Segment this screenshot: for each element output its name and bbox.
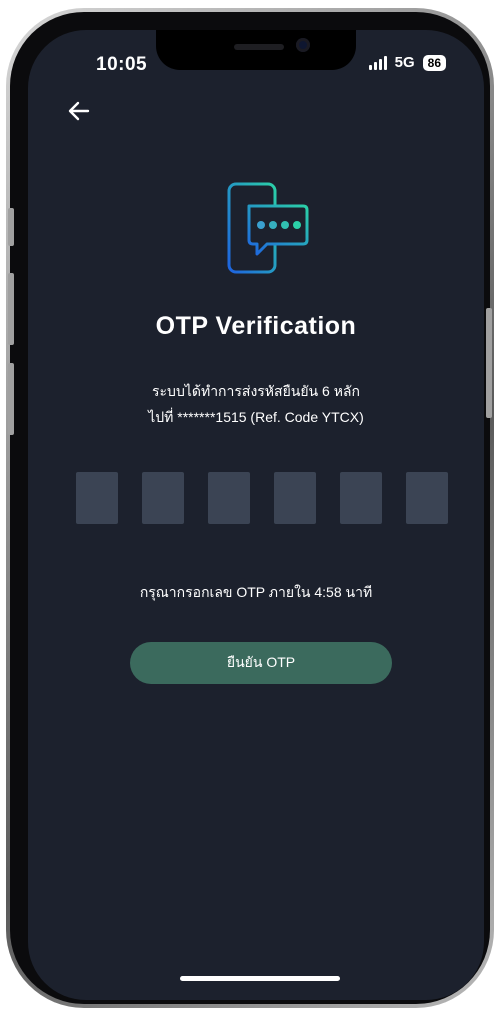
phone-frame: 10:05 5G 86 OTP Verification ระบบได้ทำกา… [6, 8, 494, 1008]
otp-input-group [76, 472, 448, 524]
page-title: OTP Verification [155, 312, 357, 340]
otp-digit-2[interactable] [142, 472, 184, 524]
phone-otp-message-icon [227, 182, 309, 274]
speaker [234, 44, 284, 50]
otp-digit-1[interactable] [76, 472, 118, 524]
front-camera [296, 38, 310, 52]
battery-icon: 86 [422, 54, 446, 71]
otp-digit-5[interactable] [340, 472, 382, 524]
otp-description: ระบบได้ทำการส่งรหัสยืนยัน 6 หลัก ไปที่ *… [28, 378, 484, 430]
otp-countdown-text: กรุณากรอกเลข OTP ภายใน 4:58 นาที [139, 584, 373, 600]
arrow-left-icon[interactable] [66, 98, 92, 124]
otp-digit-6[interactable] [406, 472, 448, 524]
volume-down-button [8, 363, 14, 435]
network-type: 5G [394, 54, 415, 71]
status-icons: 5G 86 [368, 54, 446, 71]
confirm-otp-button[interactable]: ยืนยัน OTP [130, 642, 392, 684]
description-line-2: ไปที่ *******1515 (Ref. Code YTCX) [148, 409, 364, 425]
mute-switch [8, 208, 14, 246]
otp-digit-4[interactable] [274, 472, 316, 524]
status-time: 10:05 [96, 54, 148, 75]
volume-up-button [8, 273, 14, 345]
signal-icon [368, 55, 387, 70]
description-line-1: ระบบได้ทำการส่งรหัสยืนยัน 6 หลัก [152, 383, 360, 399]
app-screen: 10:05 5G 86 OTP Verification ระบบได้ทำกา… [28, 30, 484, 1000]
power-button [486, 308, 492, 418]
home-indicator[interactable] [180, 976, 340, 981]
otp-digit-3[interactable] [208, 472, 250, 524]
notch [156, 30, 356, 70]
